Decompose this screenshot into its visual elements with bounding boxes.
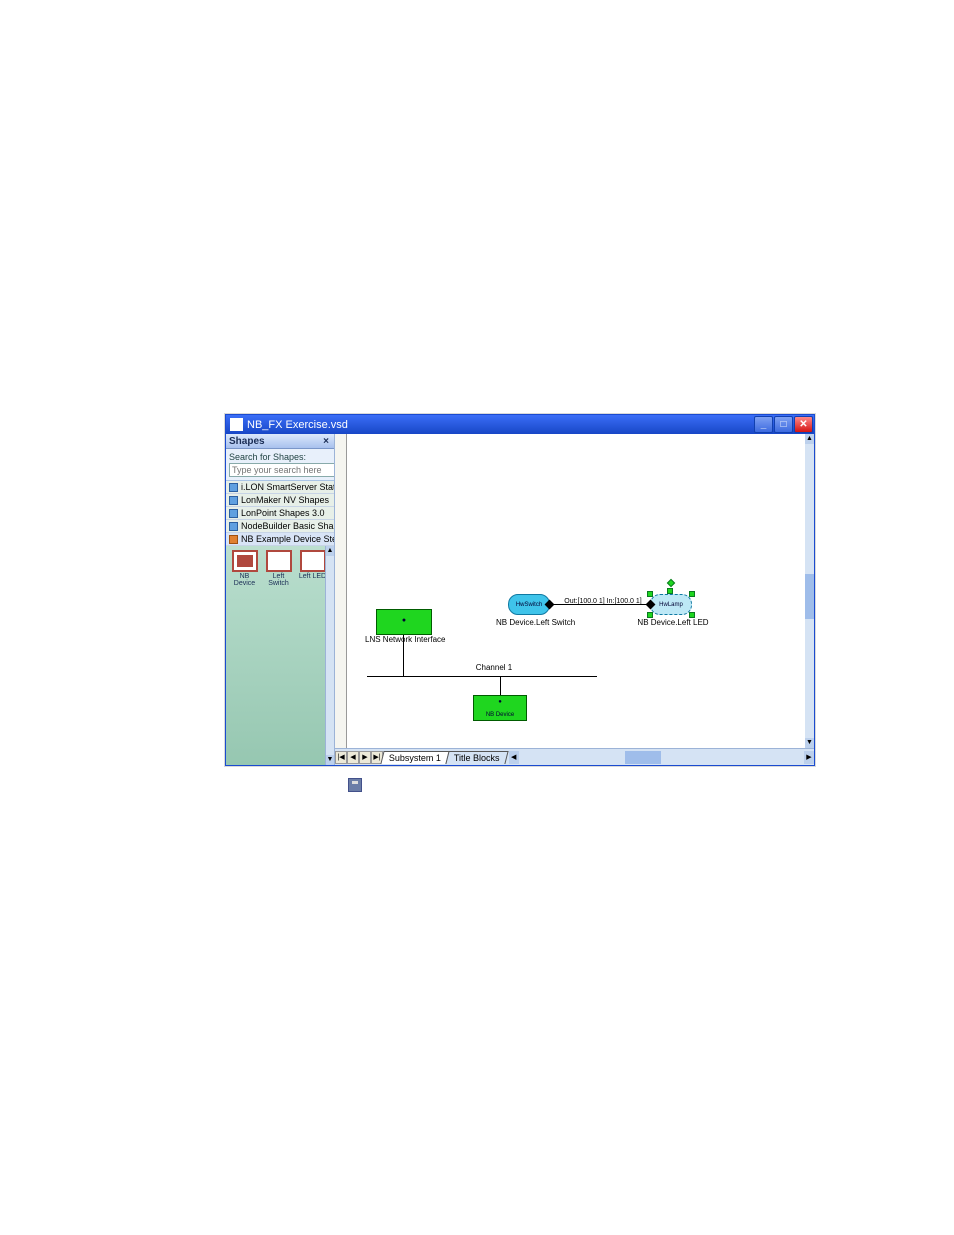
shape-master-icon — [300, 550, 326, 572]
shape-masters-area: NB Device Left Switch Left LED ▲ — [226, 546, 334, 765]
shape-master-left-led[interactable]: Left LED — [297, 550, 328, 587]
scroll-up-icon[interactable]: ▲ — [805, 434, 814, 444]
left-led-in-port[interactable] — [646, 600, 656, 610]
minimize-button[interactable]: _ — [754, 416, 773, 433]
stencil-icon — [229, 496, 238, 505]
shape-master-left-switch[interactable]: Left Switch — [263, 550, 294, 587]
stencil-label: NB Example Device Stencil — [241, 534, 334, 544]
selection-handle[interactable] — [689, 591, 695, 597]
shape-master-nb-device[interactable]: NB Device — [229, 550, 260, 587]
shape-master-icon — [232, 550, 258, 572]
sheet-first-button[interactable]: |◀ — [335, 751, 347, 764]
drawing-canvas[interactable]: Channel 1 ● LNS Network Interface ● NB D… — [347, 434, 805, 748]
sheet-tab-title-blocks[interactable]: Title Blocks — [445, 751, 508, 764]
scroll-thumb[interactable] — [805, 574, 814, 619]
app-icon — [230, 418, 243, 431]
maximize-button[interactable]: □ — [774, 416, 793, 433]
binding-text: Out:[100.0 1] In:[100.0 1] — [557, 598, 649, 605]
sheet-prev-button[interactable]: ◀ — [347, 751, 359, 764]
nb-device-name: NB Device — [474, 712, 526, 718]
shapes-search-area: Search for Shapes: ▾ → — [226, 449, 334, 481]
stencil-item[interactable]: LonPoint Shapes 3.0 — [226, 507, 334, 520]
shapes-panel-scrollbar[interactable]: ▲ ▼ — [325, 546, 334, 765]
selection-handle[interactable] — [689, 612, 695, 618]
stencil-item[interactable]: NodeBuilder Basic Shapes 4.00 — [226, 520, 334, 533]
stencil-item[interactable]: LonMaker NV Shapes — [226, 494, 334, 507]
sheet-next-button[interactable]: ▶ — [359, 751, 371, 764]
window-controls: _ □ ✕ — [754, 415, 814, 434]
stencil-icon — [229, 509, 238, 518]
left-led-label: NB Device.Left LED — [637, 618, 709, 627]
window-title: NB_FX Exercise.vsd — [247, 419, 754, 431]
app-window: NB_FX Exercise.vsd _ □ ✕ Shapes × Search… — [225, 414, 815, 766]
shapes-panel: Shapes × Search for Shapes: ▾ → i.LON Sm… — [226, 434, 335, 765]
shapes-search-label: Search for Shapes: — [229, 452, 331, 462]
drawing-inner: Channel 1 ● LNS Network Interface ● NB D… — [347, 434, 805, 748]
save-icon — [348, 778, 362, 792]
stencil-icon — [229, 535, 238, 544]
scroll-left-icon[interactable]: ◀ — [509, 751, 519, 764]
left-switch-fb[interactable]: HwSwitch — [508, 594, 550, 615]
drawing-viewport: Channel 1 ● LNS Network Interface ● NB D… — [335, 434, 805, 748]
scroll-right-icon[interactable]: ▶ — [804, 751, 814, 764]
sheet-tab-label: Title Blocks — [454, 753, 500, 763]
sheet-tab-subsystem-1[interactable]: Subsystem 1 — [380, 751, 449, 764]
shapes-panel-close-icon[interactable]: × — [321, 436, 331, 447]
scroll-down-icon[interactable]: ▼ — [326, 755, 334, 765]
nb-device-node[interactable]: ● NB Device — [473, 695, 527, 721]
close-button[interactable]: ✕ — [794, 416, 813, 433]
stencil-icon — [229, 522, 238, 531]
stencil-label: i.LON SmartServer Static Shapes — [241, 482, 334, 492]
selection-handle[interactable] — [647, 612, 653, 618]
sheet-tab-bar: |◀ ◀ ▶ ▶| Subsystem 1 Title Blocks ◀ ▶ — [335, 748, 814, 765]
lns-drop-wire[interactable] — [403, 635, 404, 676]
stencil-list: i.LON SmartServer Static Shapes LonMaker… — [226, 481, 334, 546]
left-led-fb[interactable]: HwLamp — [650, 594, 692, 615]
shape-master-label: NB Device — [229, 573, 260, 587]
scroll-up-icon[interactable]: ▲ — [326, 546, 334, 556]
shape-master-label: Left Switch — [263, 573, 294, 587]
shape-master-label: Left LED — [297, 573, 328, 580]
left-switch-fb-text: HwSwitch — [516, 602, 542, 608]
canvas-vertical-scrollbar[interactable]: ▲ ▼ — [805, 434, 814, 748]
shapes-panel-title: Shapes — [229, 436, 265, 447]
sheet-tab-label: Subsystem 1 — [389, 753, 441, 763]
stencil-label: LonPoint Shapes 3.0 — [241, 508, 325, 518]
stencil-label: LonMaker NV Shapes — [241, 495, 329, 505]
left-led-fb-text: HwLamp — [659, 602, 683, 608]
client-area: Shapes × Search for Shapes: ▾ → i.LON Sm… — [226, 434, 814, 765]
left-switch-label: NB Device.Left Switch — [496, 618, 568, 627]
stencil-label: NodeBuilder Basic Shapes 4.00 — [241, 521, 334, 531]
shape-master-icon — [266, 550, 292, 572]
stencil-item-selected[interactable]: NB Example Device Stencil — [226, 533, 334, 546]
lns-network-interface-label: LNS Network Interface — [365, 635, 443, 644]
nb-device-drop-wire[interactable] — [500, 676, 501, 695]
shapes-search-input[interactable] — [229, 463, 335, 477]
lns-network-interface-node[interactable]: ● — [376, 609, 432, 635]
selection-handle[interactable] — [667, 588, 673, 594]
selection-handle[interactable] — [647, 591, 653, 597]
scroll-thumb[interactable] — [625, 751, 661, 764]
scroll-down-icon[interactable]: ▼ — [805, 738, 814, 748]
channel-label: Channel 1 — [449, 663, 539, 672]
stencil-icon — [229, 483, 238, 492]
titlebar[interactable]: NB_FX Exercise.vsd _ □ ✕ — [226, 415, 814, 434]
stencil-item[interactable]: i.LON SmartServer Static Shapes — [226, 481, 334, 494]
shapes-panel-header[interactable]: Shapes × — [226, 434, 334, 449]
canvas-horizontal-scrollbar[interactable]: ◀ ▶ — [509, 751, 814, 764]
channel-wire[interactable] — [367, 676, 597, 677]
vertical-ruler[interactable] — [335, 434, 347, 748]
canvas-holder: Channel 1 ● LNS Network Interface ● NB D… — [335, 434, 814, 765]
rotation-handle[interactable] — [667, 579, 675, 587]
